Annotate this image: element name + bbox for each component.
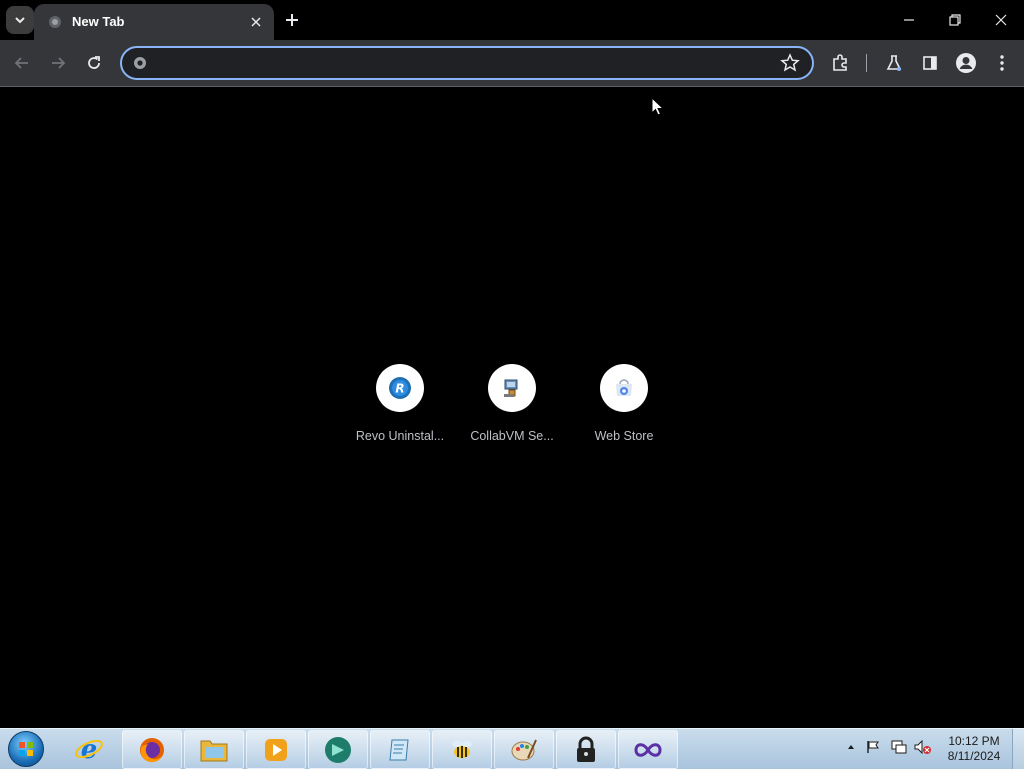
arrow-right-icon [52,57,66,69]
clock-date: 8/11/2024 [947,749,1001,763]
new-tab-button[interactable] [280,8,304,32]
restore-button[interactable] [932,0,978,40]
tab-title: New Tab [72,14,125,29]
paint-palette-icon [511,739,537,760]
bee-icon [452,740,472,758]
media-player-icon [265,738,287,761]
collabvm-icon [504,379,518,397]
arrow-left-icon [14,57,28,69]
network-tray[interactable] [890,738,908,756]
shortcut-icon-wrap [600,364,648,412]
chevron-up-icon [848,745,854,749]
browser-app-icon [325,736,351,763]
lock-icon [577,736,595,762]
internet-explorer-icon: e [75,735,103,764]
notepad-icon [389,739,409,760]
tab-new-tab[interactable]: New Tab [34,4,274,40]
more-vertical-icon [1000,55,1004,71]
infinity-icon [634,742,662,757]
clock-time: 10:12 PM [948,734,1000,748]
shortcut-label: CollabVM Se... [470,429,554,443]
show-desktop-button[interactable] [1012,729,1024,769]
tab-strip: New Tab [0,0,1024,40]
address-input[interactable] [156,52,780,76]
firefox-icon [140,737,164,762]
toolbar-divider [866,54,867,72]
taskbar-windows-explorer[interactable] [184,730,244,769]
show-hidden-icons-button[interactable] [842,738,860,756]
side-panel-icon [923,56,937,70]
taskbar-paint[interactable] [494,730,554,769]
globe-icon [49,16,61,28]
folder-icon [200,740,228,761]
shortcut-collabvm[interactable]: CollabVM Se... [456,364,568,454]
taskbar-browser[interactable] [308,730,368,769]
shortcut-icon-wrap [488,364,536,412]
shortcut-label: Revo Uninstal... [355,429,445,443]
action-center-tray[interactable] [864,738,882,756]
tab-close-button[interactable] [246,12,266,32]
volume-muted-icon [914,740,931,754]
extensions-button[interactable] [826,49,854,77]
tab-search-button[interactable] [6,6,34,34]
new-tab-page: R Revo Uninstal... CollabVM Se... Web St… [0,87,1024,728]
profile-button[interactable] [952,49,980,77]
shortcut-label: Web Store [594,429,654,443]
web-store-icon [616,379,632,396]
shortcut-icon-wrap: R [376,364,424,412]
close-icon [251,17,261,27]
taskbar-visual-studio[interactable] [618,730,678,769]
taskbar-lock-app[interactable] [556,730,616,769]
taskbar: e 10:12 PM 8/11/2024 [0,728,1024,769]
star-icon[interactable] [780,53,800,73]
plus-icon [286,14,298,26]
flask-icon [886,55,902,71]
flag-icon [867,741,879,753]
address-bar[interactable] [120,46,814,80]
restore-icon [949,14,961,26]
menu-button[interactable] [988,49,1016,77]
close-icon [995,14,1007,26]
avatar-icon [956,53,976,73]
shortcut-revo-uninstaller[interactable]: R Revo Uninstal... [344,364,456,454]
svg-text:e: e [81,735,98,764]
chrome-icon [134,57,146,69]
taskbar-firefox[interactable] [122,730,182,769]
taskbar-bee-app[interactable] [432,730,492,769]
svg-text:R: R [395,382,404,396]
chevron-down-icon [15,17,25,24]
back-button[interactable] [8,49,36,77]
browser-toolbar [0,40,1024,87]
network-icon [891,740,907,754]
taskbar-media-player[interactable] [246,730,306,769]
revo-icon: R [389,377,411,399]
start-button[interactable] [6,730,46,768]
forward-button[interactable] [44,49,72,77]
puzzle-icon [833,54,847,71]
volume-tray[interactable] [914,738,932,756]
windows-logo-icon [8,731,44,767]
system-clock[interactable]: 10:12 PM 8/11/2024 [938,734,1010,764]
taskbar-notepad[interactable] [370,730,430,769]
minimize-icon [904,19,914,21]
taskbar-internet-explorer[interactable]: e [60,730,118,767]
minimize-button[interactable] [886,0,932,40]
side-panel-button[interactable] [916,49,944,77]
reload-button[interactable] [80,49,108,77]
reload-icon [88,56,100,69]
shortcut-web-store[interactable]: Web Store [568,364,680,454]
close-window-button[interactable] [978,0,1024,40]
labs-button[interactable] [880,49,908,77]
mouse-cursor-icon [651,97,665,116]
